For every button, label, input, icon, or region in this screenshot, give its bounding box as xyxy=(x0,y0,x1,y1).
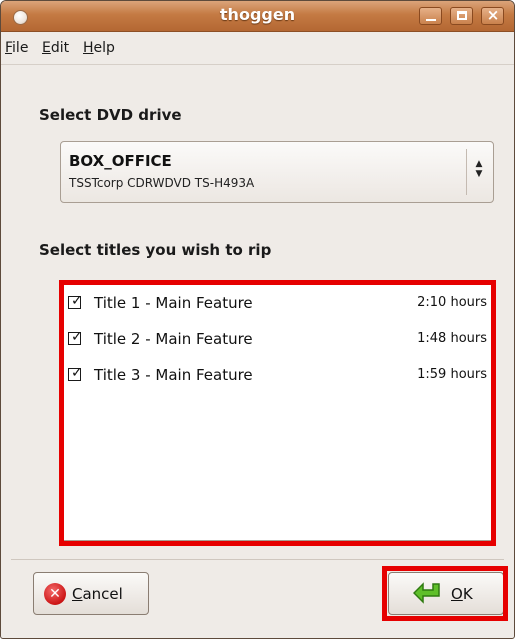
menu-edit[interactable]: Edit xyxy=(42,40,69,56)
menu-bar: File Edit Help xyxy=(1,32,514,65)
cancel-icon: ✕ xyxy=(44,583,66,605)
menu-file-label: ile xyxy=(12,40,29,56)
button-divider xyxy=(11,559,504,560)
thoggen-window: thoggen × File Edit Help Select DVD driv… xyxy=(0,0,515,639)
menu-edit-mnemonic: E xyxy=(42,40,51,56)
combo-separator xyxy=(466,149,467,195)
ok-highlight-box xyxy=(382,566,508,621)
drive-device: TSSTcorp CDRWDVD TS-H493A xyxy=(69,176,255,190)
title-bar[interactable]: thoggen × xyxy=(1,1,514,32)
minimize-button[interactable] xyxy=(419,7,442,25)
cancel-label-rest: ancel xyxy=(82,585,123,603)
menu-file-mnemonic: F xyxy=(5,40,13,56)
cancel-label: Cancel xyxy=(72,585,123,603)
menu-edit-label: dit xyxy=(50,40,70,56)
titles-heading: Select titles you wish to rip xyxy=(39,241,272,259)
maximize-button[interactable] xyxy=(450,7,473,25)
dvd-drive-select[interactable]: BOX_OFFICE TSSTcorp CDRWDVD TS-H493A ▲ ▼ xyxy=(60,141,494,203)
close-icon: × xyxy=(486,6,500,24)
close-button[interactable]: × xyxy=(481,6,504,25)
menu-help-label: elp xyxy=(93,40,115,56)
drive-name: BOX_OFFICE xyxy=(69,152,172,170)
minimize-icon xyxy=(426,19,436,21)
menu-help[interactable]: Help xyxy=(83,40,115,56)
menu-help-mnemonic: H xyxy=(83,40,94,56)
cancel-button[interactable]: ✕ Cancel xyxy=(33,572,149,615)
cancel-mnemonic: C xyxy=(72,585,83,603)
up-down-arrows-icon: ▲ ▼ xyxy=(475,159,483,179)
drive-heading: Select DVD drive xyxy=(39,106,182,124)
menu-file[interactable]: File xyxy=(5,40,28,56)
titles-highlight-box xyxy=(59,280,496,546)
maximize-icon xyxy=(457,11,467,20)
